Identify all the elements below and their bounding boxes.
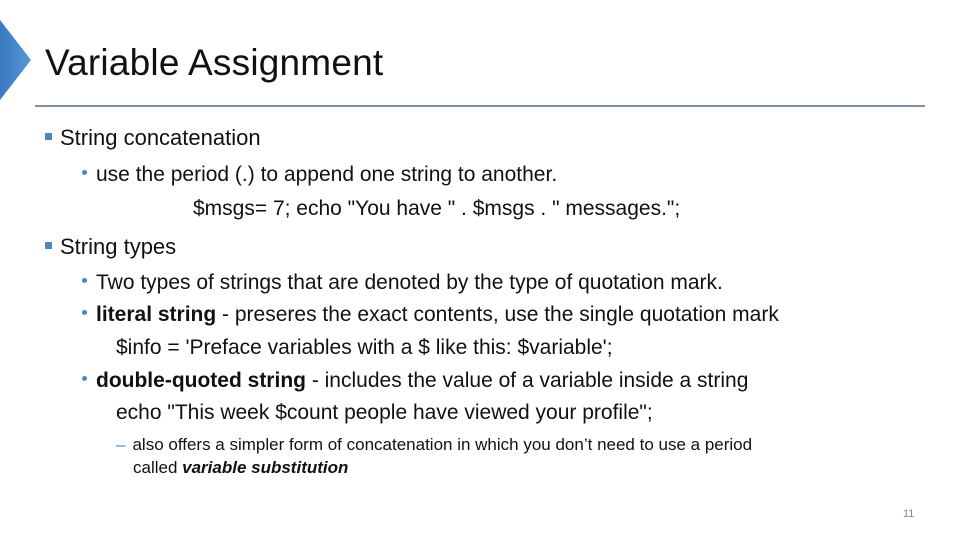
term-variable-substitution: variable substitution	[182, 458, 349, 477]
title-divider	[35, 105, 925, 107]
term-double-quoted: double-quoted string	[96, 369, 306, 392]
square-bullet-icon	[45, 132, 52, 140]
heading-string-types: String types	[60, 234, 177, 259]
bullet-period: use the period (.) to append one string …	[82, 162, 557, 188]
term-literal-string: literal string	[96, 303, 217, 326]
sub-bullet-substitution: – also offers a simpler form of concatena…	[116, 434, 752, 456]
bullet-double-quoted-text: - includes the value of a variable insid…	[305, 369, 749, 392]
code-example-literal: $info = 'Preface variables with a $ like…	[116, 336, 613, 359]
bullet-double-quoted: double-quoted string - includes the valu…	[82, 368, 748, 394]
sub-bullet-text: also offers a simpler form of concatenat…	[132, 435, 753, 454]
bullet-period-text: use the period (.) to append one string …	[96, 163, 558, 186]
chevron-accent-icon	[0, 20, 31, 100]
section-concatenation: String concatenation	[45, 124, 261, 152]
bullet-literal-text: - preseres the exact contents, use the s…	[216, 303, 779, 326]
sub-bullet-prefix: called	[133, 458, 183, 477]
square-bullet-icon	[45, 241, 52, 249]
sub-bullet-continuation: called variable substitution	[133, 457, 348, 479]
slide-title: Variable Assignment	[45, 42, 384, 83]
code-example-double: echo "This week $count people have viewe…	[116, 401, 653, 424]
dot-bullet-icon	[82, 169, 87, 175]
bullet-two-types-text: Two types of strings that are denoted by…	[96, 271, 723, 294]
code-example-concat: $msgs= 7; echo "You have " . $msgs . " m…	[193, 197, 681, 220]
section-string-types: String types	[45, 233, 176, 261]
page-number: 11	[903, 508, 915, 520]
heading-concatenation: String concatenation	[60, 125, 261, 150]
dot-bullet-icon	[82, 309, 87, 315]
dot-bullet-icon	[82, 375, 87, 381]
bullet-two-types: Two types of strings that are denoted by…	[82, 270, 723, 296]
dot-bullet-icon	[82, 277, 87, 283]
bullet-literal-string: literal string - preseres the exact cont…	[82, 302, 779, 328]
dash-bullet-icon: –	[116, 435, 126, 454]
